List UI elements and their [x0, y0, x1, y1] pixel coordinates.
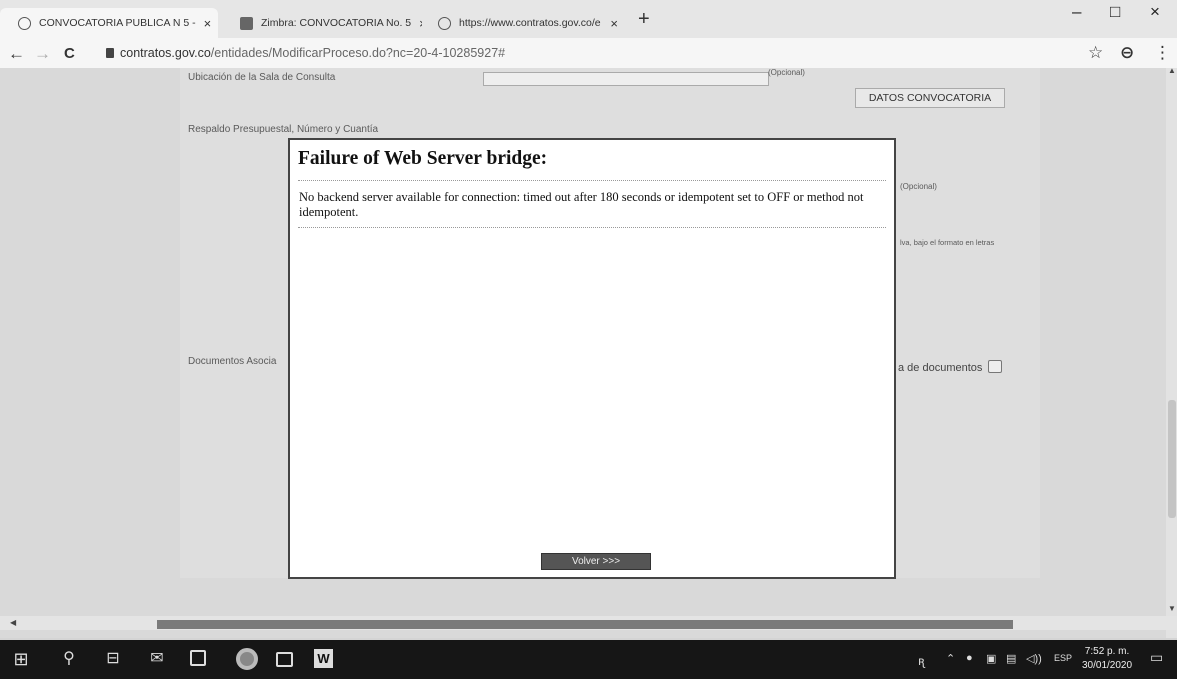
- close-window-button[interactable]: ×: [1150, 2, 1160, 22]
- tab-close-icon[interactable]: ×: [610, 16, 628, 31]
- address-bar: ← → C contratos.gov.co/entidades/Modific…: [0, 38, 1177, 68]
- vertical-scroll-thumb[interactable]: [1168, 400, 1176, 518]
- tab-title: Zimbra: CONVOCATORIA No. 5: [261, 17, 412, 29]
- search-icon[interactable]: ⚲: [60, 650, 78, 668]
- tab-close-icon[interactable]: ×: [204, 16, 218, 31]
- scroll-left-arrow-icon[interactable]: ◀: [10, 618, 16, 627]
- volume-icon[interactable]: ◁)): [1026, 652, 1042, 665]
- start-icon[interactable]: ⊞: [12, 650, 30, 668]
- maximize-button[interactable]: □: [1110, 2, 1120, 22]
- divider: [298, 227, 886, 228]
- datos-convocatoria-tab[interactable]: DATOS CONVOCATORIA: [855, 88, 1005, 108]
- notification-icon[interactable]: ▭: [1150, 649, 1163, 666]
- chevron-up-icon[interactable]: ⌃: [946, 652, 955, 665]
- opcional-label: (Opcional): [768, 68, 805, 77]
- lock-icon: [106, 48, 114, 58]
- back-button[interactable]: ←: [8, 44, 25, 64]
- clock-date: 30/01/2020: [1082, 660, 1133, 671]
- scroll-up-arrow-icon[interactable]: ▲: [1168, 66, 1176, 75]
- tray-app-icon[interactable]: ●: [966, 652, 973, 664]
- scroll-down-arrow-icon[interactable]: ▼: [1168, 604, 1176, 613]
- tab-title: https://www.contratos.gov.co/e: [459, 17, 601, 29]
- clock[interactable]: 7:52 p. m. 30/01/2020: [1082, 645, 1132, 673]
- minimize-button[interactable]: –: [1072, 2, 1081, 22]
- new-tab-button[interactable]: +: [638, 8, 650, 31]
- display-icon[interactable]: ▤: [1006, 652, 1016, 665]
- tab-contratos[interactable]: https://www.contratos.gov.co/e ×: [420, 8, 628, 38]
- url-path: /entidades/ModificarProceso.do?nc=20-4-1…: [210, 46, 506, 60]
- url-domain: contratos.gov.co: [120, 46, 211, 60]
- globe-icon: [18, 16, 31, 30]
- bookmark-star-icon[interactable]: ☆: [1088, 43, 1103, 63]
- respaldo-label: Respaldo Presupuestal, Número y Cuantía: [188, 124, 379, 135]
- taskbar: ⊞ ⚲ ⊟ ✉ W ꭆ ⌃ ● ▣ ▤ ◁)) ESP 7:52 p. m. 3…: [0, 640, 1177, 679]
- error-dialog: Failure of Web Server bridge: No backend…: [288, 138, 896, 579]
- language-indicator[interactable]: ESP: [1054, 653, 1072, 663]
- explorer-icon[interactable]: [190, 650, 206, 666]
- documentos-link[interactable]: a de documentos: [898, 362, 982, 374]
- globe-icon: [438, 16, 451, 30]
- tab-bar: CONVOCATORIA PUBLICA N 5 - × Zimbra: CON…: [0, 0, 1177, 38]
- zimbra-icon: [240, 16, 253, 30]
- task-view-icon[interactable]: ⊟: [104, 650, 122, 668]
- app-icon[interactable]: [276, 652, 293, 667]
- document-icon[interactable]: [988, 360, 1002, 373]
- tab-zimbra[interactable]: Zimbra: CONVOCATORIA No. 5 ×: [222, 8, 422, 38]
- documentos-label: Documentos Asocia: [188, 356, 277, 367]
- divider: [298, 180, 886, 181]
- horizontal-scroll-thumb[interactable]: [157, 620, 1013, 629]
- side-note-formato: lva, bajo el formato en letras: [900, 238, 995, 247]
- clock-time: 7:52 p. m.: [1084, 646, 1130, 657]
- person-icon[interactable]: ꭆ: [918, 652, 925, 669]
- volver-button[interactable]: Volver >>>: [541, 553, 651, 570]
- url-field[interactable]: contratos.gov.co/entidades/ModificarProc…: [106, 46, 505, 60]
- mail-icon[interactable]: ✉: [148, 650, 166, 668]
- word-icon[interactable]: W: [314, 649, 333, 668]
- menu-icon[interactable]: ⋮: [1154, 43, 1171, 63]
- chrome-icon[interactable]: [236, 648, 258, 670]
- tab-convocatoria[interactable]: CONVOCATORIA PUBLICA N 5 - ×: [0, 8, 218, 38]
- ubicacion-label: Ubicación de la Sala de Consulta: [188, 72, 336, 83]
- ubicacion-input[interactable]: [483, 72, 769, 86]
- error-message: No backend server available for connecti…: [299, 190, 864, 219]
- dialog-title: Failure of Web Server bridge:: [298, 148, 548, 169]
- reload-button[interactable]: C: [64, 45, 75, 62]
- tab-title: CONVOCATORIA PUBLICA N 5 -: [39, 17, 196, 29]
- side-note-opcional: (Opcional): [900, 182, 937, 191]
- profile-icon[interactable]: ⊖: [1120, 43, 1134, 63]
- forward-button[interactable]: →: [34, 44, 51, 64]
- network-icon[interactable]: ▣: [986, 652, 996, 665]
- vertical-scrollbar[interactable]: [1166, 68, 1177, 638]
